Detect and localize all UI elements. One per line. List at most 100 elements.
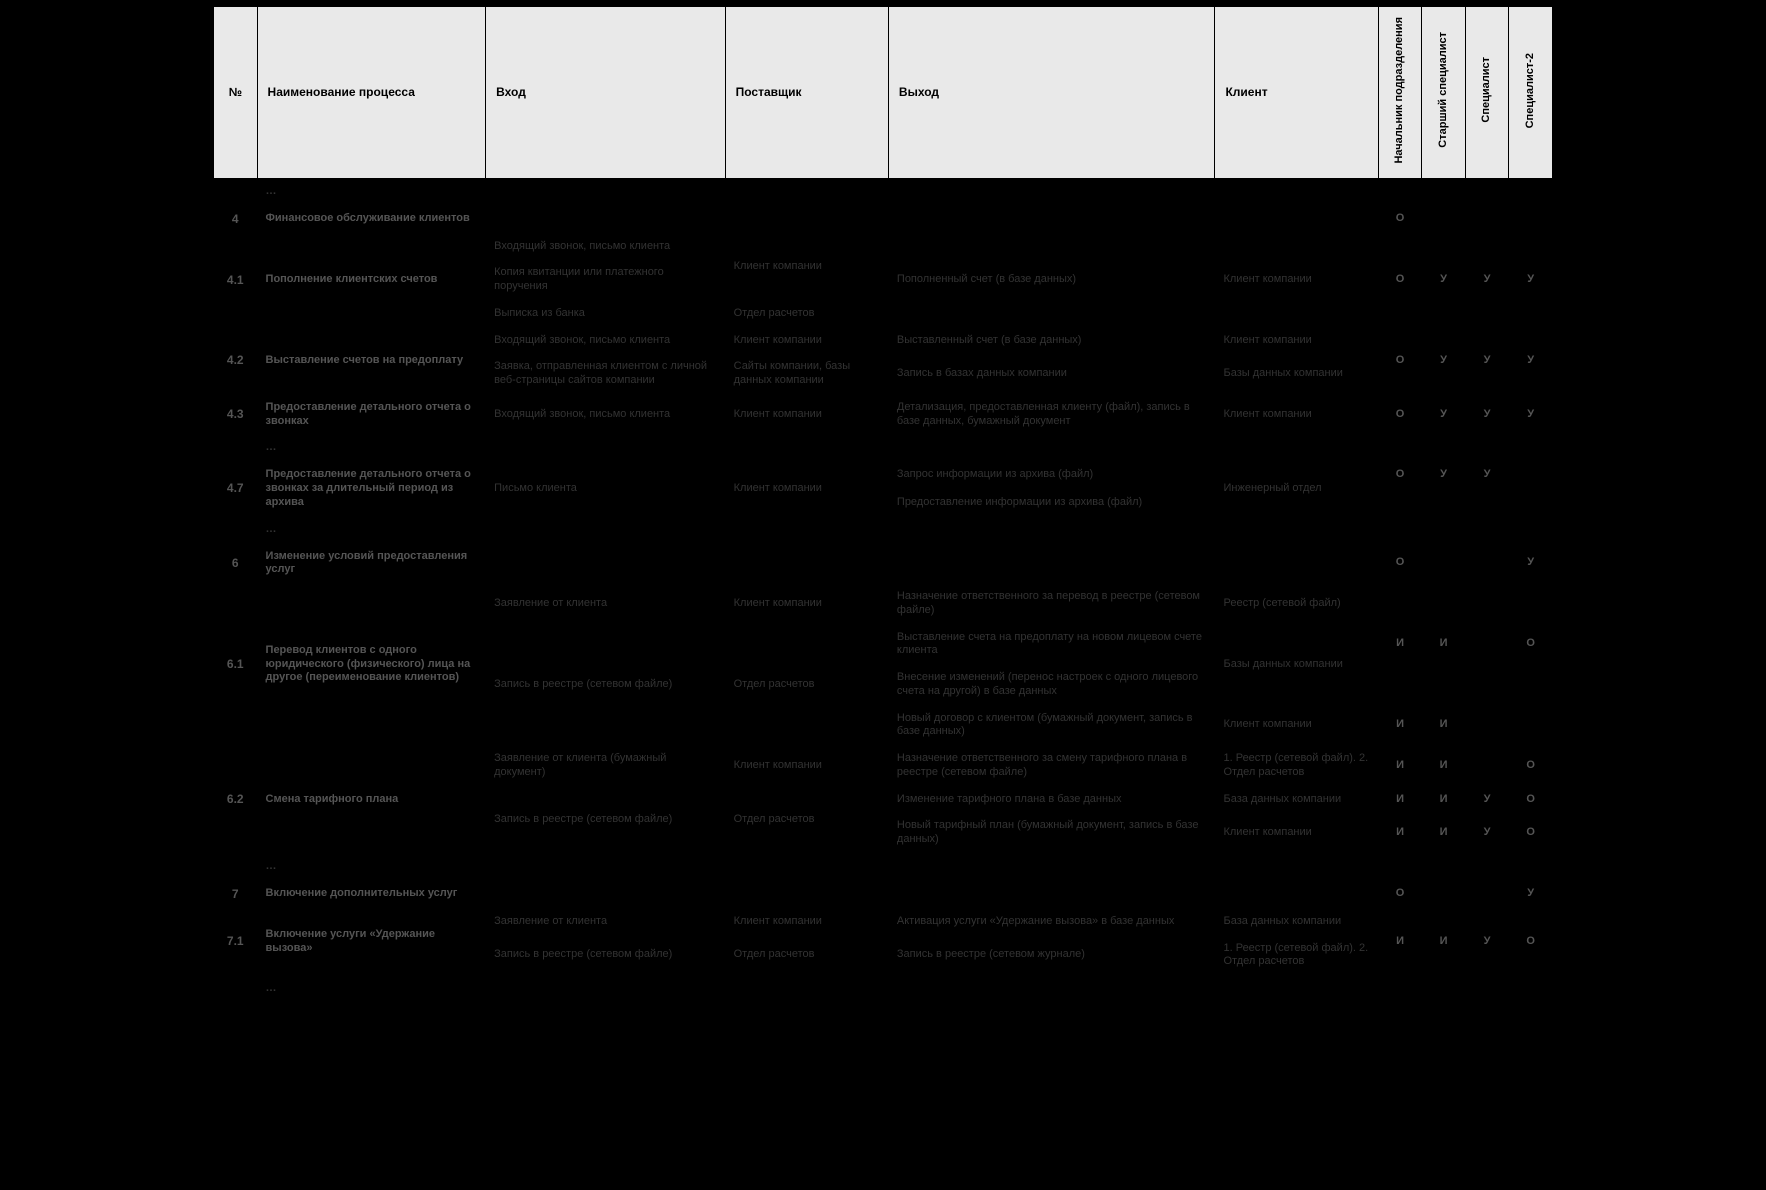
input-cell: Запись в реестре (сетевом файле) <box>486 786 725 853</box>
output-cell: Внесение изменений (перенос настроек с о… <box>888 665 1215 706</box>
ellipsis: … <box>257 853 486 880</box>
ellipsis: … <box>257 178 486 205</box>
role-cell: У <box>1422 327 1466 394</box>
role-cell: У <box>1465 908 1509 975</box>
client-cell: Клиент компании <box>1215 813 1378 854</box>
role-cell: О <box>1509 584 1553 706</box>
role-cell: И <box>1378 705 1422 746</box>
col-num: № <box>214 7 258 179</box>
proc-num: 4.2 <box>214 327 258 394</box>
role-cell: У <box>1509 543 1553 584</box>
proc-num: 6 <box>214 543 258 584</box>
client-cell: База данных компании <box>1215 786 1378 813</box>
col-role-spec: Специалист <box>1465 7 1509 179</box>
proc-name: Включение услуги «Удержание вызова» <box>257 908 486 975</box>
supplier-cell: Сайты компании, базы данных компании <box>725 354 888 395</box>
col-role-spec2: Специалист-2 <box>1509 7 1553 179</box>
output-cell: Выставление счета на предоплату на новом… <box>888 624 1215 665</box>
role-cell: У <box>1509 880 1553 908</box>
input-cell: Выписка из банка <box>486 300 725 327</box>
output-cell: Активация услуги «Удержание вызова» в ба… <box>888 908 1215 935</box>
input-cell: Заявление от клиента <box>486 584 725 625</box>
col-name: Наименование процесса <box>257 7 486 179</box>
input-cell: Письмо клиента <box>486 462 725 516</box>
proc-num: 7.1 <box>214 908 258 975</box>
table-row: 4.7 Предоставление детального отчета о з… <box>214 462 1553 489</box>
output-cell: Новый тарифный план (бумажный документ, … <box>888 813 1215 854</box>
input-cell: Запись в реестре (сетевом файле) <box>486 624 725 746</box>
role-cell: И <box>1378 786 1422 813</box>
client-cell: 1. Реестр (сетевой файл). 2. Отдел расче… <box>1215 746 1378 787</box>
role-cell: О <box>1509 786 1553 813</box>
supplier-cell: Клиент компании <box>725 584 888 625</box>
role-cell: У <box>1465 462 1509 489</box>
role-cell: И <box>1422 813 1466 854</box>
table-row: … <box>214 976 1553 1003</box>
col-client: Клиент <box>1215 7 1378 179</box>
table-row: 4.2 Выставление счетов на предоплату Вхо… <box>214 327 1553 354</box>
role-cell: О <box>1378 327 1422 394</box>
input-cell: Копия квитанции или платежного поручения <box>486 260 725 301</box>
table-row: 6 Изменение условий предоставления услуг… <box>214 543 1553 584</box>
output-cell: Детализация, предоставленная клиенту (фа… <box>888 394 1215 435</box>
client-cell: Клиент компании <box>1215 327 1378 354</box>
proc-name: Предоставление детального отчета о звонк… <box>257 394 486 435</box>
proc-name: Перевод клиентов с одного юридического (… <box>257 584 486 746</box>
client-cell: 1. Реестр (сетевой файл). 2. Отдел расче… <box>1215 935 1378 976</box>
table-row: 6.1 Перевод клиентов с одного юридическо… <box>214 584 1553 625</box>
output-cell: Пополненный счет (в базе данных) <box>888 233 1215 327</box>
role-cell: О <box>1378 543 1422 584</box>
supplier-cell: Клиент компании <box>725 462 888 516</box>
client-cell: Базы данных компании <box>1215 624 1378 705</box>
output-cell: Назначение ответственного за смену тариф… <box>888 746 1215 787</box>
supplier-cell: Клиент компании <box>725 233 888 300</box>
proc-num: 6.1 <box>214 584 258 746</box>
table-row: 4.3 Предоставление детального отчета о з… <box>214 394 1553 435</box>
table-header: № Наименование процесса Вход Поставщик В… <box>214 7 1553 179</box>
proc-name: Финансовое обслуживание клиентов <box>257 205 486 233</box>
role-cell: У <box>1422 462 1466 489</box>
table-row: … <box>214 516 1553 543</box>
table-row: 4 Финансовое обслуживание клиентов О <box>214 205 1553 233</box>
col-input: Вход <box>486 7 725 179</box>
ellipsis: … <box>257 435 486 462</box>
role-cell: И <box>1422 746 1466 787</box>
role-cell: О <box>1378 880 1422 908</box>
supplier-cell: Клиент компании <box>725 908 888 935</box>
proc-name: Выставление счетов на предоплату <box>257 327 486 394</box>
input-cell: Входящий звонок, письмо клиента <box>486 233 725 260</box>
role-cell: И <box>1422 786 1466 813</box>
role-cell: У <box>1465 813 1509 854</box>
role-cell: У <box>1465 786 1509 813</box>
input-cell: Входящий звонок, письмо клиента <box>486 327 725 354</box>
input-cell: Заявление от клиента (бумажный документ) <box>486 746 725 787</box>
role-cell: И <box>1378 813 1422 854</box>
supplier-cell: Клиент компании <box>725 394 888 435</box>
supplier-cell: Клиент компании <box>725 746 888 787</box>
client-cell: Клиент компании <box>1215 394 1378 435</box>
role-cell: У <box>1509 233 1553 327</box>
proc-name: Смена тарифного плана <box>257 746 486 854</box>
output-cell: Выставленный счет (в базе данных) <box>888 327 1215 354</box>
role-cell: И <box>1422 908 1466 975</box>
role-cell: У <box>1422 233 1466 327</box>
table-row: 4.1 Пополнение клиентских счетов Входящи… <box>214 233 1553 260</box>
table-row: … <box>214 853 1553 880</box>
role-cell: У <box>1465 233 1509 327</box>
ellipsis: … <box>257 516 486 543</box>
process-table: № Наименование процесса Вход Поставщик В… <box>213 6 1553 1003</box>
proc-num: 7 <box>214 880 258 908</box>
table-row: 6.2 Смена тарифного плана Заявление от к… <box>214 746 1553 787</box>
input-cell: Заявление от клиента <box>486 908 725 935</box>
output-cell: Изменение тарифного плана в базе данных <box>888 786 1215 813</box>
proc-num: 6.2 <box>214 746 258 854</box>
output-cell: Назначение ответственного за перевод в р… <box>888 584 1215 625</box>
client-cell: База данных компании <box>1215 908 1378 935</box>
supplier-cell: Клиент компании <box>725 327 888 354</box>
input-cell: Заявка, отправленная клиентом с личной в… <box>486 354 725 395</box>
role-cell: У <box>1465 394 1509 435</box>
client-cell: Клиент компании <box>1215 705 1378 746</box>
table-row: 7 Включение дополнительных услуг О У <box>214 880 1553 908</box>
role-cell: О <box>1378 462 1422 489</box>
input-cell: Входящий звонок, письмо клиента <box>486 394 725 435</box>
